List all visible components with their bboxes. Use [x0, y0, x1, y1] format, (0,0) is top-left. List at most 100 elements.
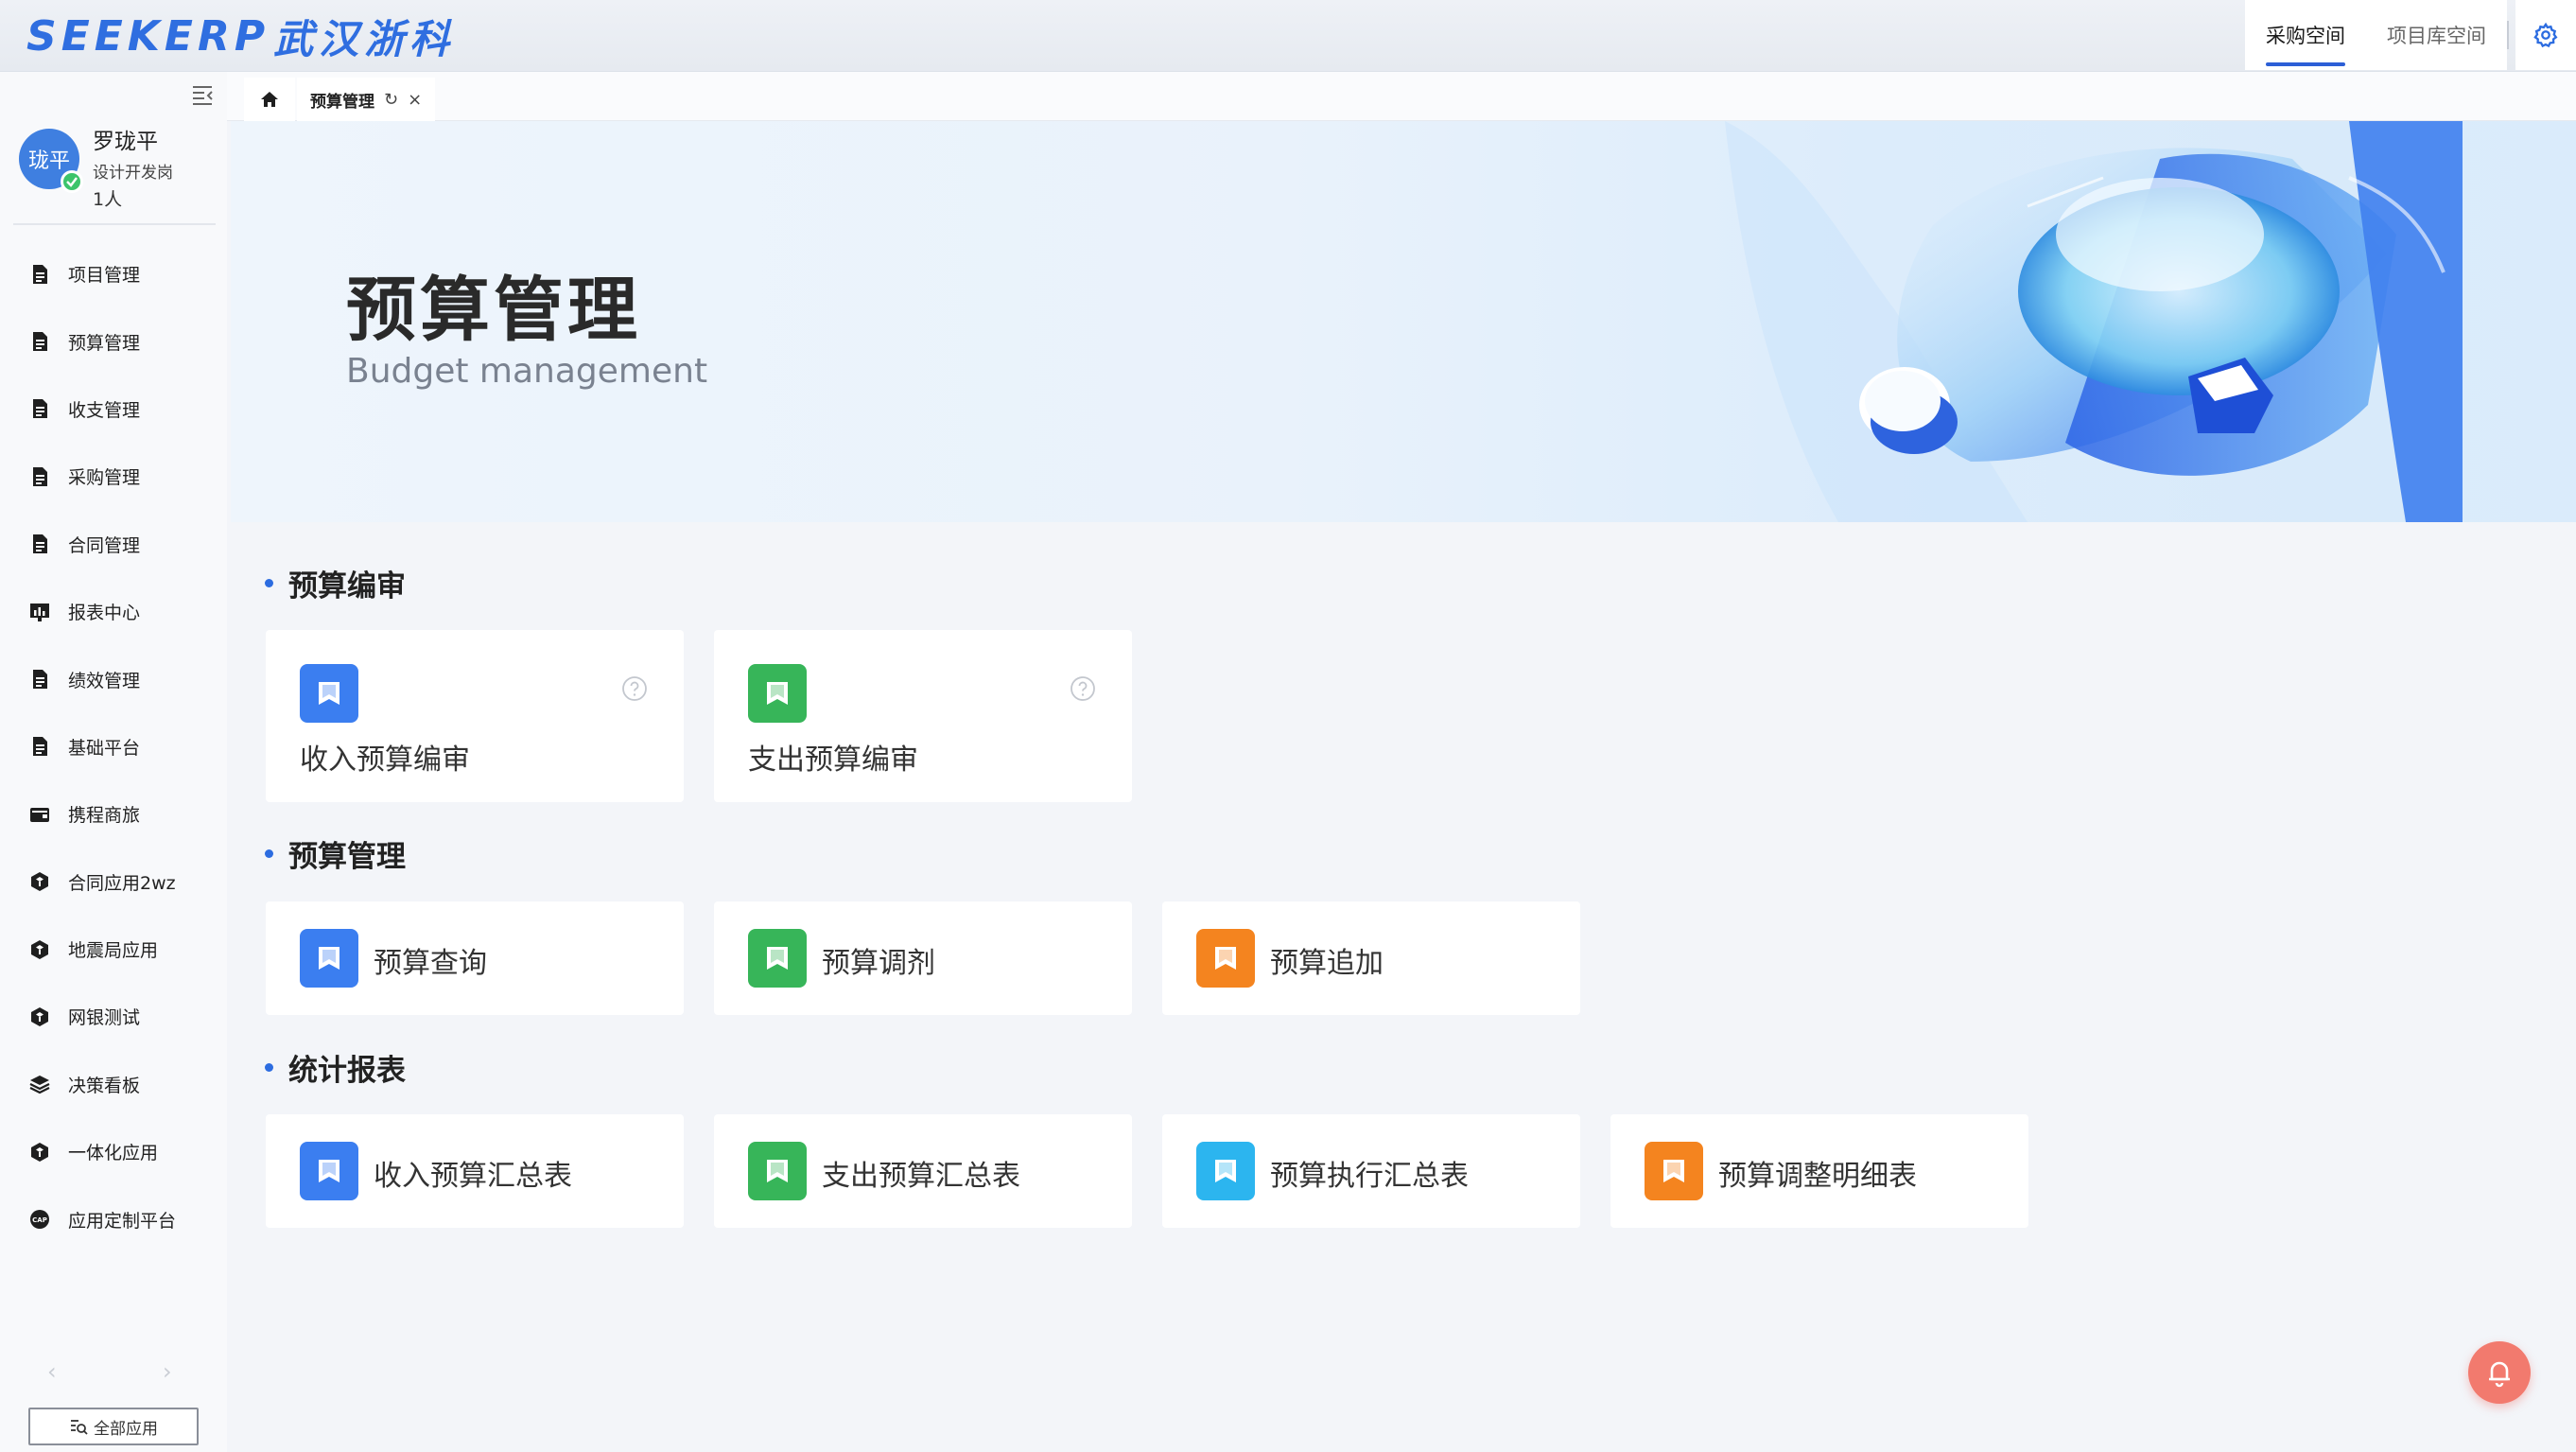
book-icon [300, 1142, 358, 1200]
document-icon [28, 330, 51, 353]
sidebar-item[interactable]: CAP 应用定制平台 [0, 1185, 227, 1252]
cube-icon [28, 870, 51, 893]
sidebar-item[interactable]: 收支管理 [0, 376, 227, 443]
sidebar-item-label: 决策看板 [68, 1075, 141, 1096]
section-title-text: 统计报表 [288, 1054, 406, 1088]
space-tab-procurement[interactable]: 采购空间 [2245, 0, 2366, 70]
sidebar-item[interactable]: 绩效管理 [0, 645, 227, 712]
sidebar-menu: 项目管理预算管理收支管理采购管理合同管理报表中心绩效管理 基础平台 携程商旅合同应用… [0, 240, 227, 1253]
card-budget-adjustment-detail[interactable]: 预算调整明细表 [1610, 1114, 2028, 1228]
app-search-icon [71, 1420, 88, 1435]
book-icon [748, 1142, 807, 1200]
sidebar-item[interactable]: 携程商旅 [0, 780, 227, 848]
sidebar-item-label: 收支管理 [68, 399, 141, 421]
card-expense-budget-summary[interactable]: 支出预算汇总表 [714, 1114, 1132, 1228]
card-budget-supplement[interactable]: 预算追加 [1162, 901, 1580, 1015]
app-logo[interactable]: SEEKERP 武汉浙科 [26, 9, 455, 62]
card-label: 预算追加 [1270, 947, 1384, 980]
card-income-budget-review[interactable]: 收入预算编审 [266, 630, 684, 802]
card-label: 预算执行汇总表 [1270, 1160, 1469, 1193]
card-label: 预算调剂 [822, 947, 935, 980]
document-icon [28, 735, 51, 758]
card-label: 收入预算编审 [300, 743, 470, 777]
book-icon [1196, 1142, 1255, 1200]
sidebar-item-label: 合同应用2wz [68, 872, 176, 894]
book-icon [300, 664, 358, 723]
layers-icon [28, 1073, 51, 1095]
settings-button[interactable] [2515, 0, 2576, 70]
tab-strip: 预算管理 ↻ × [227, 72, 2576, 121]
sidebar-item[interactable]: 项目管理 [0, 240, 227, 307]
section-dot [265, 1063, 273, 1072]
sidebar-item[interactable]: 报表中心 [0, 578, 227, 645]
pager-next-button[interactable]: › [163, 1358, 172, 1385]
user-role: 设计开发岗 [93, 164, 173, 183]
home-icon [261, 92, 278, 107]
space-tab-project-library[interactable]: 项目库空间 [2366, 0, 2507, 70]
cube-icon [28, 1141, 51, 1163]
document-icon [28, 465, 51, 488]
card-budget-adjustment[interactable]: 预算调剂 [714, 901, 1132, 1015]
card-budget-query[interactable]: 预算查询 [266, 901, 684, 1015]
all-apps-label: 全部应用 [94, 1419, 158, 1439]
card-label: 支出预算汇总表 [822, 1160, 1020, 1193]
sidebar-item[interactable]: 采购管理 [0, 443, 227, 510]
tab-budget-management[interactable]: 预算管理 ↻ × [297, 78, 436, 121]
sidebar: 珑平 罗珑平 设计开发岗 1人 项目管理预算管理收支管理采购管理合同管理报表中心… [0, 72, 227, 1452]
cap-icon: CAP [28, 1208, 51, 1231]
document-icon [28, 397, 51, 420]
tab-home[interactable] [244, 78, 295, 121]
book-icon [748, 929, 807, 988]
card-income-budget-summary[interactable]: 收入预算汇总表 [266, 1114, 684, 1228]
document-icon [28, 533, 51, 555]
sidebar-item-label: 报表中心 [68, 603, 141, 624]
help-icon[interactable] [1070, 675, 1096, 702]
sidebar-item[interactable]: 一体化应用 [0, 1118, 227, 1185]
section-dot [265, 849, 273, 858]
sidebar-item[interactable]: 基础平台 [0, 713, 227, 780]
document-icon [28, 263, 51, 286]
user-count: 1人 [93, 189, 123, 210]
user-name: 罗珑平 [93, 130, 158, 154]
sidebar-item[interactable]: 合同应用2wz [0, 848, 227, 916]
cube-icon [28, 1006, 51, 1028]
tab-label: 预算管理 [310, 92, 374, 112]
sidebar-item[interactable]: 合同管理 [0, 511, 227, 578]
avatar-text: 珑平 [27, 149, 70, 173]
card-label: 支出预算编审 [748, 743, 918, 777]
card-label: 收入预算汇总表 [374, 1160, 572, 1193]
sidebar-collapse-button[interactable] [189, 81, 216, 108]
gear-icon [2533, 22, 2558, 48]
card-budget-execution-summary[interactable]: 预算执行汇总表 [1162, 1114, 1580, 1228]
user-card[interactable]: 珑平 罗珑平 设计开发岗 1人 [19, 110, 218, 214]
space-tab-label: 采购空间 [2266, 25, 2345, 47]
sidebar-item-label: 预算管理 [68, 332, 141, 354]
notification-button[interactable] [2468, 1341, 2531, 1404]
help-icon[interactable] [621, 675, 648, 702]
pager-prev-button[interactable]: ‹ [47, 1358, 57, 1385]
close-icon[interactable]: × [408, 90, 422, 110]
sidebar-pager: ‹ › [0, 1358, 227, 1387]
sidebar-item[interactable]: 决策看板 [0, 1051, 227, 1118]
sidebar-item-label: 应用定制平台 [68, 1210, 177, 1232]
sidebar-item-label: 采购管理 [68, 467, 141, 489]
book-icon [748, 664, 807, 723]
refresh-icon[interactable]: ↻ [384, 90, 398, 110]
page-title: 预算管理 [346, 270, 641, 351]
bell-icon [2489, 1361, 2510, 1388]
sidebar-item-label: 项目管理 [68, 265, 141, 287]
sidebar-item-label: 合同管理 [68, 534, 141, 556]
cube-icon [28, 938, 51, 961]
book-icon [1645, 1142, 1703, 1200]
sidebar-item[interactable]: 预算管理 [0, 307, 227, 375]
card-label: 预算查询 [374, 947, 487, 980]
section-title-budget-management: 预算管理 [265, 832, 406, 875]
sidebar-item[interactable]: 地震局应用 [0, 916, 227, 983]
header-divider [2507, 21, 2509, 49]
sidebar-divider [13, 223, 216, 225]
card-expense-budget-review[interactable]: 支出预算编审 [714, 630, 1132, 802]
section-title-budget-review: 预算编审 [265, 562, 406, 604]
all-apps-button[interactable]: 全部应用 [28, 1408, 199, 1445]
sidebar-item[interactable]: 网银测试 [0, 983, 227, 1050]
book-icon [1196, 929, 1255, 988]
